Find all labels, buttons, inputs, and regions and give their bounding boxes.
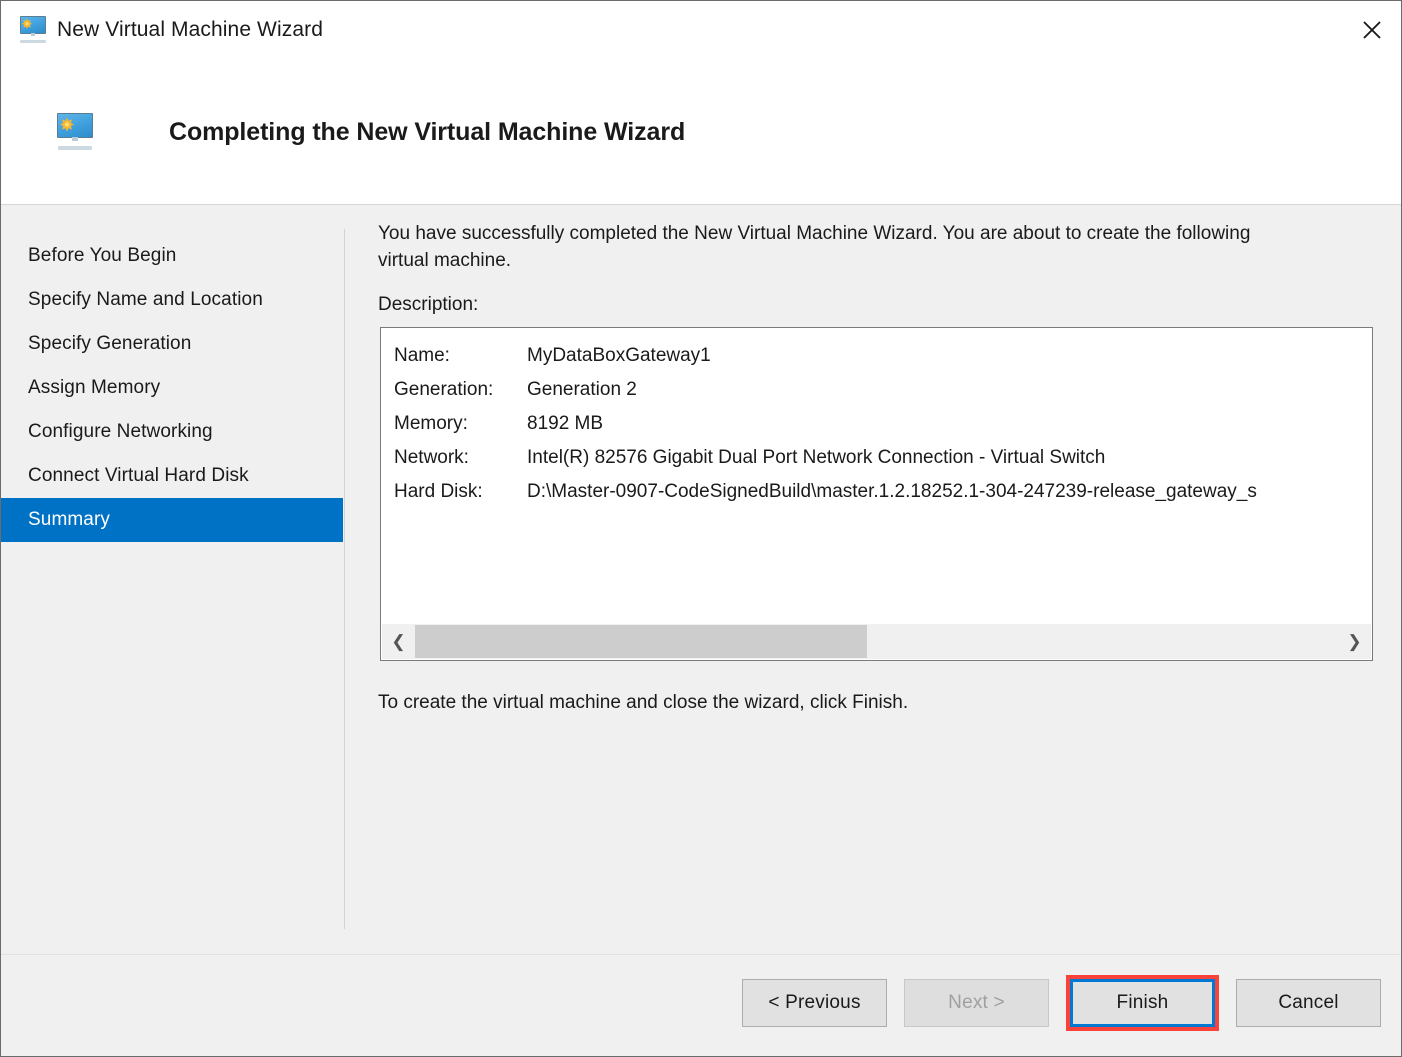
summary-rows: Name: MyDataBoxGateway1 Generation: Gene… [394, 339, 1372, 509]
summary-key: Network: [394, 447, 469, 468]
sidebar-item-summary[interactable]: Summary [1, 498, 343, 542]
summary-row-hard-disk: Hard Disk: D:\Master-0907-CodeSignedBuil… [394, 475, 1372, 509]
scrollbar-track[interactable] [415, 624, 1338, 659]
window-title: New Virtual Machine Wizard [57, 17, 323, 41]
summary-row-generation: Generation: Generation 2 [394, 373, 1372, 407]
summary-key: Generation: [394, 379, 494, 400]
summary-row-name: Name: MyDataBoxGateway1 [394, 339, 1372, 373]
sidebar-item-specify-generation[interactable]: Specify Generation [1, 322, 343, 366]
wizard-content: You have successfully completed the New … [343, 205, 1401, 954]
finish-hint-text: To create the virtual machine and close … [378, 692, 909, 713]
summary-key: Memory: [394, 413, 468, 434]
summary-value: MyDataBoxGateway1 [527, 345, 711, 366]
scroll-left-icon[interactable]: ❮ [382, 624, 415, 659]
sidebar-item-label: Specify Name and Location [28, 289, 263, 310]
summary-value: Intel(R) 82576 Gigabit Dual Port Network… [527, 447, 1106, 468]
summary-value: 8192 MB [527, 413, 604, 434]
sidebar-item-specify-name-and-location[interactable]: Specify Name and Location [1, 278, 343, 322]
cancel-button[interactable]: Cancel [1236, 979, 1381, 1027]
previous-button[interactable]: < Previous [742, 979, 887, 1027]
sidebar-item-label: Specify Generation [28, 333, 192, 354]
summary-row-network: Network: Intel(R) 82576 Gigabit Dual Por… [394, 441, 1372, 475]
sidebar-item-label: Configure Networking [28, 421, 213, 442]
sidebar-item-label: Assign Memory [28, 377, 161, 398]
sidebar-item-assign-memory[interactable]: Assign Memory [1, 366, 343, 410]
scroll-right-icon[interactable]: ❯ [1338, 624, 1371, 659]
summary-key: Name: [394, 345, 450, 366]
close-icon[interactable] [1343, 1, 1401, 58]
new-virtual-machine-wizard-window: New Virtual Machine Wizard Completing th… [0, 0, 1402, 1057]
wizard-body: Before You Begin Specify Name and Locati… [1, 205, 1401, 954]
summary-value: Generation 2 [527, 379, 637, 400]
sidebar-item-label: Summary [28, 509, 110, 530]
intro-text: You have successfully completed the New … [378, 223, 1251, 271]
scrollbar-thumb[interactable] [415, 625, 867, 658]
page-title: Completing the New Virtual Machine Wizar… [169, 118, 686, 146]
wizard-steps-sidebar: Before You Begin Specify Name and Locati… [1, 205, 343, 954]
wizard-footer: < Previous Next > Finish Cancel [1, 954, 1401, 1056]
footer-button-row: < Previous Next > Finish Cancel [742, 975, 1381, 1031]
description-label: Description: [378, 294, 479, 315]
next-button: Next > [904, 979, 1049, 1027]
virtual-machine-monitor-icon [18, 15, 48, 45]
sidebar-item-label: Connect Virtual Hard Disk [28, 465, 249, 486]
description-box: Name: MyDataBoxGateway1 Generation: Gene… [380, 327, 1373, 661]
horizontal-scrollbar[interactable]: ❮ ❯ [382, 623, 1371, 659]
summary-value: D:\Master-0907-CodeSignedBuild\master.1.… [527, 481, 1257, 502]
virtual-machine-monitor-icon [55, 112, 95, 152]
title-bar: New Virtual Machine Wizard [1, 1, 1401, 58]
summary-row-memory: Memory: 8192 MB [394, 407, 1372, 441]
finish-button-highlight: Finish [1066, 975, 1219, 1031]
wizard-header: Completing the New Virtual Machine Wizar… [1, 58, 1401, 205]
finish-button[interactable]: Finish [1070, 979, 1215, 1027]
sidebar-item-connect-virtual-hard-disk[interactable]: Connect Virtual Hard Disk [1, 454, 343, 498]
sidebar-item-configure-networking[interactable]: Configure Networking [1, 410, 343, 454]
summary-key: Hard Disk: [394, 481, 483, 502]
sidebar-item-before-you-begin[interactable]: Before You Begin [1, 234, 343, 278]
sidebar-item-label: Before You Begin [28, 245, 177, 266]
